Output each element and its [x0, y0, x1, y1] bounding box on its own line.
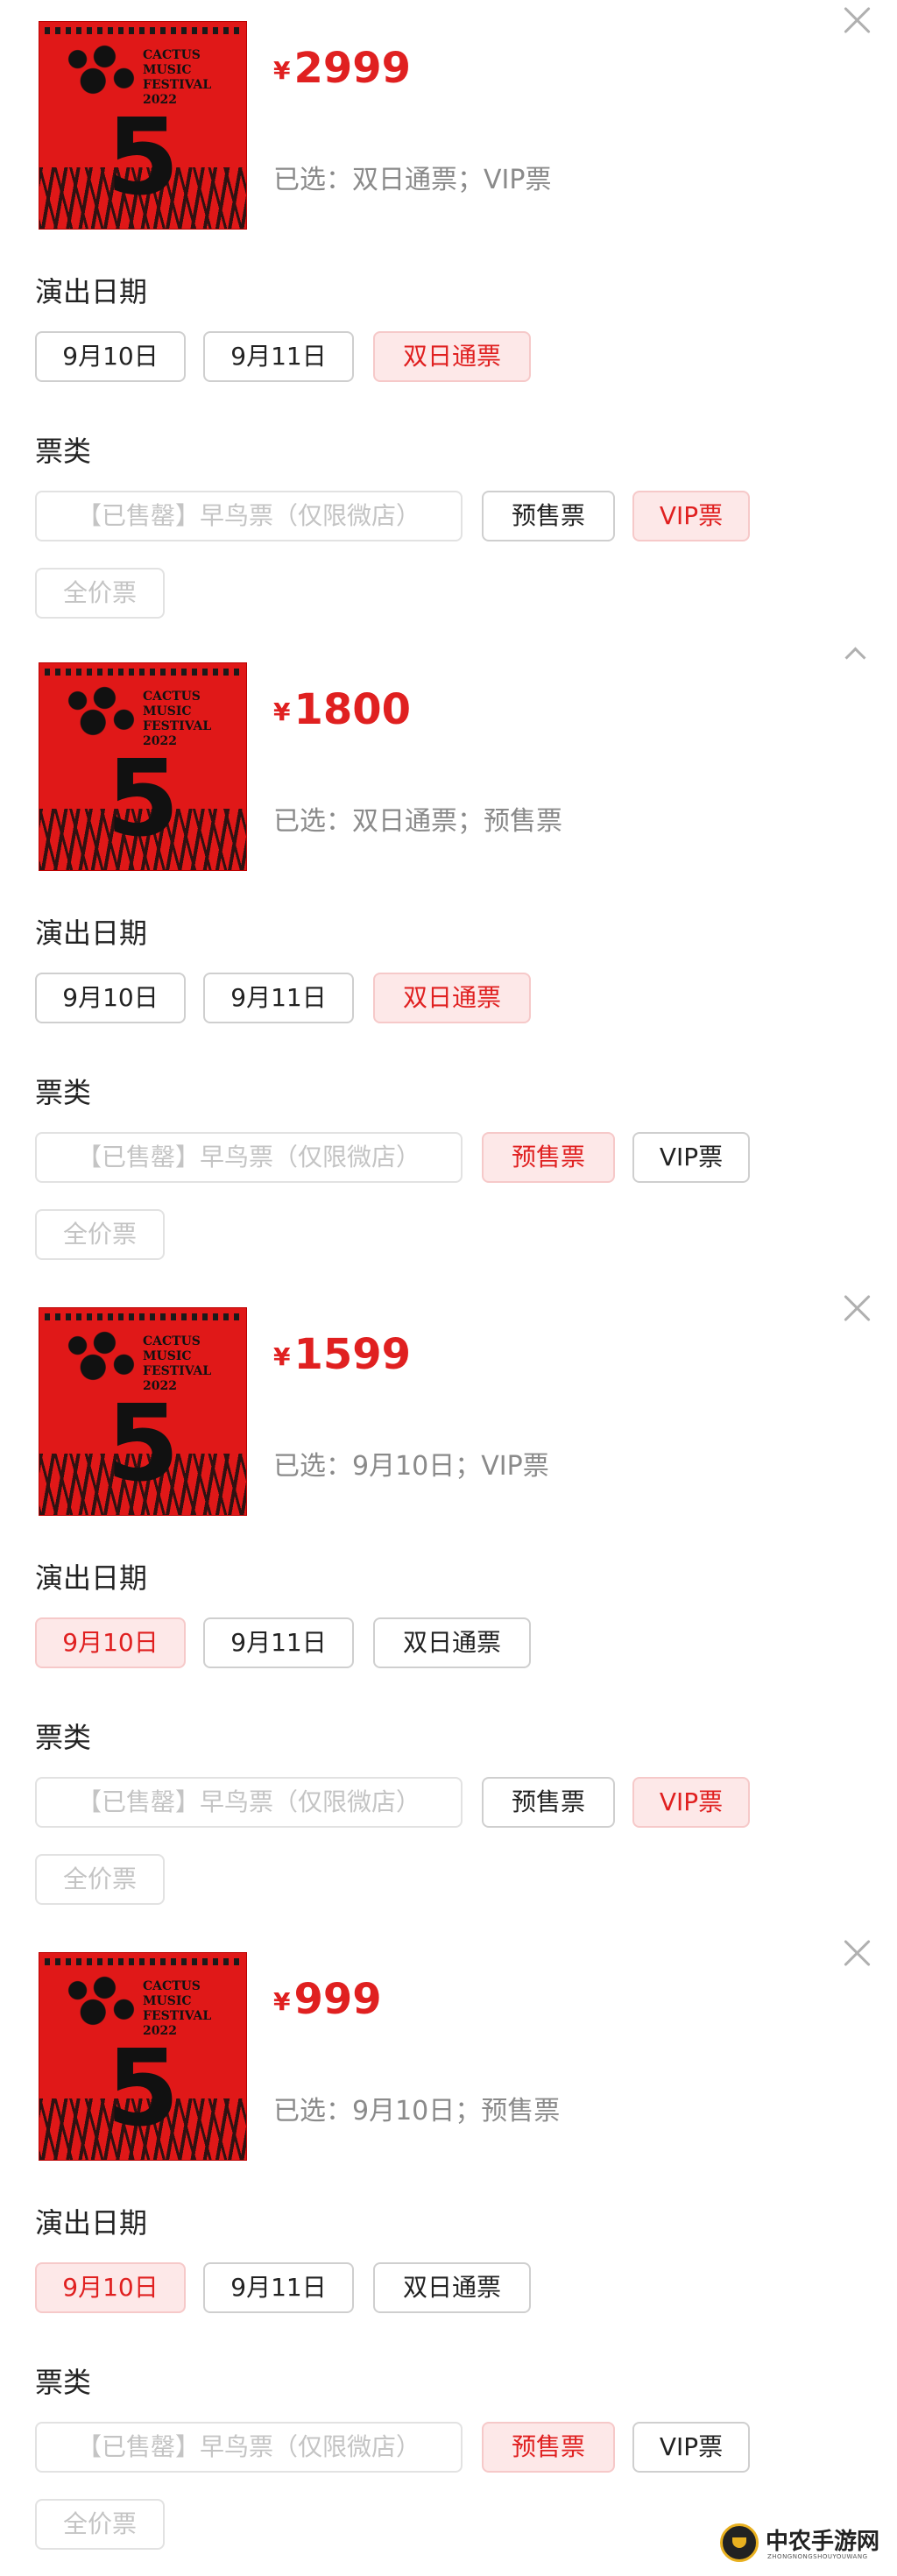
poster-artwork: [39, 809, 246, 870]
festival-poster: CACTUS MUSIC FESTIVAL 2022 5: [39, 1307, 247, 1516]
type-option-full-price: 全价票: [35, 1854, 165, 1905]
date-section-label: 演出日期: [35, 2206, 148, 2240]
type-section-label: 票类: [35, 1076, 92, 1109]
ticket-panel-1: CACTUS MUSIC FESTIVAL 2022 5 ¥2999 已选：双日…: [0, 0, 897, 643]
date-option-both-days[interactable]: 双日通票: [373, 2262, 531, 2313]
date-option-both-days[interactable]: 双日通票: [373, 1617, 531, 1668]
type-option-early-bird: 【已售罄】早鸟票（仅限微店）: [35, 1132, 463, 1183]
selected-summary: 已选：9月10日；预售票: [273, 2096, 561, 2127]
type-option-presale[interactable]: 预售票: [482, 2422, 615, 2473]
ticket-panel-2: CACTUS MUSIC FESTIVAL 2022 5 ¥1800 已选：双日…: [0, 643, 897, 1286]
poster-border: [45, 1958, 241, 1965]
type-option-full-price: 全价票: [35, 568, 165, 619]
price-value: 1599: [293, 1330, 412, 1379]
date-option-sep10[interactable]: 9月10日: [35, 1617, 186, 1668]
date-option-sep11[interactable]: 9月11日: [203, 1617, 354, 1668]
poster-logo-icon: [62, 43, 139, 97]
watermark-logo-icon: [720, 2523, 759, 2562]
type-option-early-bird: 【已售罄】早鸟票（仅限微店）: [35, 1777, 463, 1828]
poster-logo-icon: [62, 1329, 139, 1384]
date-option-sep11[interactable]: 9月11日: [203, 2262, 354, 2313]
date-option-sep11[interactable]: 9月11日: [203, 973, 354, 1023]
poster-border: [45, 27, 241, 34]
poster-logo-icon: [62, 1974, 139, 2028]
poster-artwork: [39, 1454, 246, 1515]
date-option-both-days[interactable]: 双日通票: [373, 331, 531, 382]
close-icon[interactable]: [843, 1938, 872, 1968]
type-option-vip[interactable]: VIP票: [632, 1132, 750, 1183]
type-option-vip[interactable]: VIP票: [632, 491, 750, 541]
price-value: 1800: [293, 685, 412, 734]
type-option-full-price: 全价票: [35, 2499, 165, 2550]
ticket-panel-4: CACTUS MUSIC FESTIVAL 2022 5 ¥999 已选：9月1…: [0, 1931, 897, 2574]
date-option-sep11[interactable]: 9月11日: [203, 331, 354, 382]
poster-border: [45, 1313, 241, 1320]
close-icon[interactable]: [843, 5, 872, 35]
type-option-early-bird: 【已售罄】早鸟票（仅限微店）: [35, 491, 463, 541]
watermark-subtitle: ZHONGNONGSHOUYOUWANG: [767, 2553, 868, 2560]
date-section-label: 演出日期: [35, 1561, 148, 1595]
festival-poster: CACTUS MUSIC FESTIVAL 2022 5: [39, 1952, 247, 2161]
poster-border: [45, 669, 241, 676]
festival-poster: CACTUS MUSIC FESTIVAL 2022 5: [39, 21, 247, 230]
watermark: 中农手游网 ZHONGNONGSHOUYOUWANG: [720, 2520, 886, 2569]
type-option-presale[interactable]: 预售票: [482, 491, 615, 541]
currency-symbol: ¥: [273, 697, 291, 726]
price: ¥2999: [273, 44, 411, 93]
chevron-up-icon[interactable]: [843, 645, 869, 661]
price: ¥1800: [273, 685, 411, 734]
watermark-title: 中农手游网: [766, 2529, 880, 2555]
date-option-sep10[interactable]: 9月10日: [35, 973, 186, 1023]
currency-symbol: ¥: [273, 56, 291, 85]
price: ¥1599: [273, 1330, 411, 1379]
price: ¥999: [273, 1975, 382, 2024]
type-option-presale[interactable]: 预售票: [482, 1777, 615, 1828]
type-section-label: 票类: [35, 2366, 92, 2399]
date-section-label: 演出日期: [35, 916, 148, 950]
selected-summary: 已选：双日通票；VIP票: [273, 165, 552, 195]
ticket-panel-3: CACTUS MUSIC FESTIVAL 2022 5 ¥1599 已选：9月…: [0, 1286, 897, 1929]
type-section-label: 票类: [35, 1721, 92, 1754]
date-option-both-days[interactable]: 双日通票: [373, 973, 531, 1023]
price-value: 999: [293, 1975, 382, 2024]
currency-symbol: ¥: [273, 1987, 291, 2016]
price-value: 2999: [293, 44, 412, 93]
selected-summary: 已选：双日通票；预售票: [273, 806, 562, 837]
date-option-sep10[interactable]: 9月10日: [35, 2262, 186, 2313]
poster-artwork: [39, 2098, 246, 2160]
type-option-full-price: 全价票: [35, 1209, 165, 1260]
poster-artwork: [39, 167, 246, 229]
poster-logo-icon: [62, 684, 139, 739]
type-option-vip[interactable]: VIP票: [632, 2422, 750, 2473]
type-option-presale[interactable]: 预售票: [482, 1132, 615, 1183]
type-section-label: 票类: [35, 435, 92, 468]
selected-summary: 已选：9月10日；VIP票: [273, 1451, 549, 1482]
date-section-label: 演出日期: [35, 275, 148, 308]
date-option-sep10[interactable]: 9月10日: [35, 331, 186, 382]
close-icon[interactable]: [843, 1293, 872, 1323]
type-option-vip[interactable]: VIP票: [632, 1777, 750, 1828]
type-option-early-bird: 【已售罄】早鸟票（仅限微店）: [35, 2422, 463, 2473]
festival-poster: CACTUS MUSIC FESTIVAL 2022 5: [39, 662, 247, 871]
currency-symbol: ¥: [273, 1342, 291, 1371]
